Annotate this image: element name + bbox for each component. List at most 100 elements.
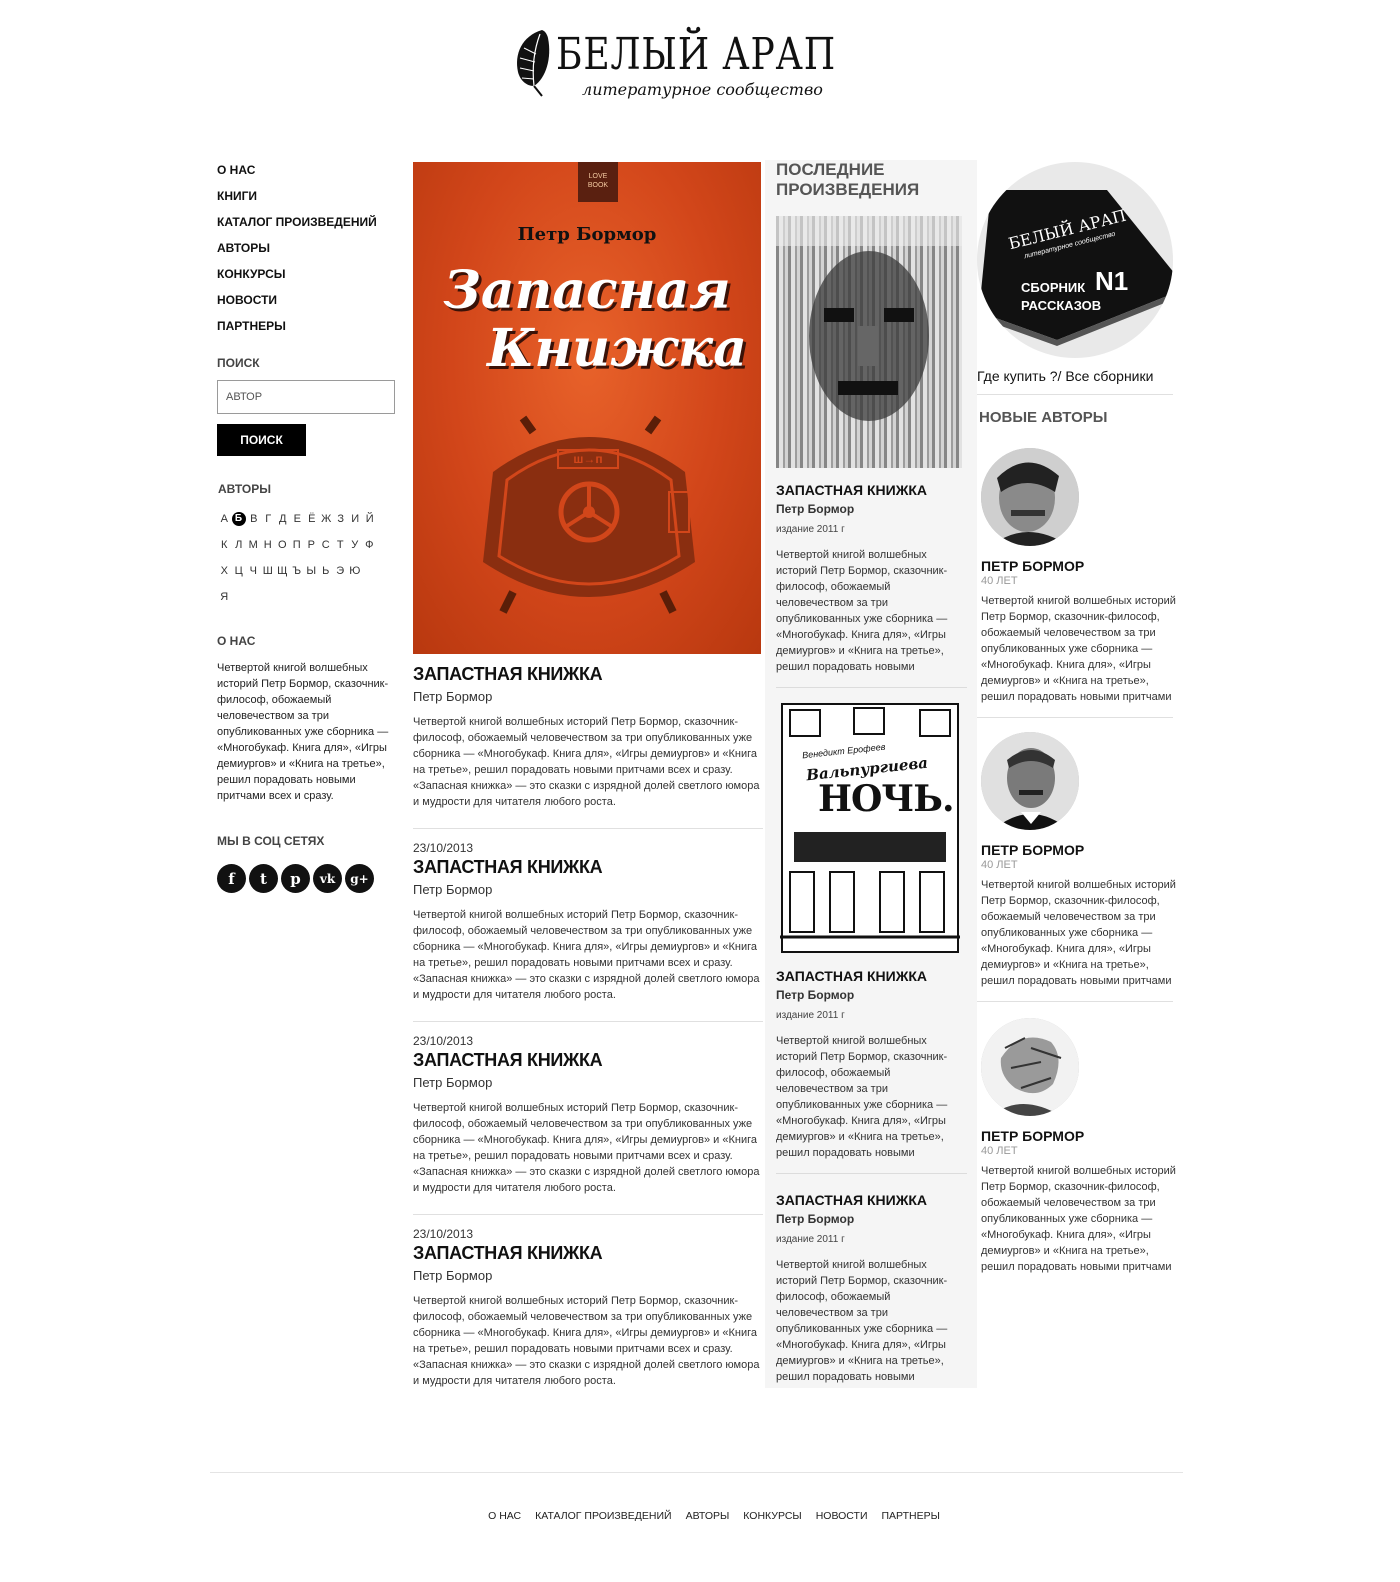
menu-item-authors[interactable]: АВТОРЫ [217,238,397,264]
alphabet-letter[interactable]: М [246,539,261,551]
alphabet-letter[interactable]: Ь [319,565,334,577]
alphabet-letter[interactable]: Н [261,539,276,551]
author-name[interactable]: ПЕТР БОРМОР [981,1128,1177,1144]
portrait-photo [981,732,1079,830]
footer-link-contests[interactable]: КОНКУРСЫ [743,1510,801,1522]
menu-item-partners[interactable]: ПАРТНЕРЫ [217,316,397,342]
recent-title[interactable]: ЗАПАСТНАЯ КНИЖКА [776,482,967,498]
alphabet-letter[interactable]: А [217,513,232,525]
about-heading: О НАС [217,634,256,648]
article-author[interactable]: Петр Бормор [413,882,763,897]
recent-description: Четвертой книгой волшебных историй Петр … [776,1259,948,1383]
alphabet-row: А Б В Г Д Е Ё Ж З И Й [217,506,397,532]
footer-link-catalog[interactable]: КАТАЛОГ ПРОИЗВЕДЕНИЙ [535,1510,671,1522]
vk-icon[interactable]: vk [313,864,342,893]
alphabet-letter[interactable]: Г [261,513,276,525]
featured-author[interactable]: Петр Бормор [413,689,763,704]
alphabet-letter[interactable]: Ж [319,513,334,525]
article-author[interactable]: Петр Бормор [413,1075,763,1090]
menu-item-contests[interactable]: КОНКУРСЫ [217,264,397,290]
menu-item-news[interactable]: НОВОСТИ [217,290,397,316]
recent-description: Четвертой книгой волшебных историй Петр … [776,549,948,673]
author-avatar[interactable] [981,448,1079,546]
recent-cover-image[interactable] [776,216,962,468]
author-card[interactable]: ПЕТР БОРМОР 40 ЛЕТ Четвертой книгой волш… [981,1018,1177,1275]
alphabet-letter[interactable]: Ъ [290,565,305,577]
recent-title[interactable]: ЗАПАСТНАЯ КНИЖКА [776,1192,967,1208]
alphabet-letter[interactable]: В [247,513,262,525]
menu-item-books[interactable]: КНИГИ [217,186,397,212]
alphabet-letter[interactable]: Ш [261,565,276,577]
footer-link-partners[interactable]: ПАРТНЕРЫ [882,1510,940,1522]
author-age: 40 ЛЕТ [981,859,1018,871]
alphabet-letter[interactable]: У [348,539,363,551]
article-author[interactable]: Петр Бормор [413,1268,763,1283]
promo-book[interactable]: БЕЛЫЙ АРАП литературное сообщество СБОРН… [977,162,1173,358]
featured-title[interactable]: ЗАПАСТНАЯ КНИЖКА [413,664,763,685]
footer-link-news[interactable]: НОВОСТИ [816,1510,868,1522]
site-logo[interactable]: БЕЛЫЙ АРАП литературное сообщество [512,24,835,104]
about-text: Четвертой книгой волшебных историй Петр … [217,662,389,802]
pinterest-icon[interactable]: p [281,864,310,893]
alphabet-letter[interactable]: Й [363,513,378,525]
author-avatar[interactable] [981,732,1079,830]
footer-link-about[interactable]: О НАС [488,1510,521,1522]
facebook-icon[interactable]: f [217,864,246,893]
article-title[interactable]: ЗАПАСТНАЯ КНИЖКА [413,1243,763,1264]
alphabet-letter[interactable]: Р [304,539,319,551]
recent-item: Венедикт Ерофеев Вальпургиева НОЧЬ. ЗАПА… [776,702,967,1174]
logo-tagline: литературное сообщество [582,80,823,99]
alphabet-letter[interactable]: Л [232,539,247,551]
author-card[interactable]: ПЕТР БОРМОР 40 ЛЕТ Четвертой книгой волш… [977,732,1177,1002]
alphabet-letter[interactable]: Ы [304,565,319,577]
author-name[interactable]: ПЕТР БОРМОР [981,558,1177,574]
alphabet-letter[interactable]: Е [290,513,305,525]
article-desc-paragraph: «Запасная книжка» — это сказки с изрядно… [413,1359,760,1387]
author-name[interactable]: ПЕТР БОРМОР [981,842,1177,858]
search-button[interactable]: ПОИСК [217,424,306,456]
main-content: LOVE BOOK Петр Бормор Запасная Книжка ш→… [413,162,763,1389]
twitter-icon[interactable]: t [249,864,278,893]
recent-author[interactable]: Петр Бормор [776,1212,967,1226]
alphabet-letter-active[interactable]: Б [231,512,246,526]
recent-author[interactable]: Петр Бормор [776,502,967,516]
promo-book-line1: СБОРНИК [1021,280,1086,295]
search-input[interactable]: АВТОР [217,380,395,414]
recent-title[interactable]: ЗАПАСТНАЯ КНИЖКА [776,968,967,984]
recent-cover-image[interactable]: Венедикт Ерофеев Вальпургиева НОЧЬ. [780,702,960,954]
featured-book-cover[interactable]: LOVE BOOK Петр Бормор Запасная Книжка ш→… [413,162,761,654]
menu-item-about[interactable]: О НАС [217,160,397,186]
divider [413,828,763,829]
menu-item-catalog[interactable]: КАТАЛОГ ПРОИЗВЕДЕНИЙ [217,212,397,238]
alphabet-letter[interactable]: Э [333,565,348,577]
alphabet-letter[interactable]: С [319,539,334,551]
alphabet-letter[interactable]: П [290,539,305,551]
porthole-illustration [483,415,695,614]
alphabet-letter[interactable]: И [348,513,363,525]
alphabet-letter[interactable]: Я [217,591,232,603]
footer-link-authors[interactable]: АВТОРЫ [686,1510,730,1522]
article-title[interactable]: ЗАПАСТНАЯ КНИЖКА [413,857,763,878]
alphabet-letter[interactable]: О [275,539,290,551]
alphabet-letter[interactable]: К [217,539,232,551]
alphabet-letter[interactable]: Ё [305,513,320,525]
recent-author[interactable]: Петр Бормор [776,988,967,1002]
recent-edition: издание 2011 г [776,524,845,535]
alphabet-letter[interactable]: З [334,513,349,525]
promo-links[interactable]: Где купить ?/ Все сборники [977,368,1177,384]
portrait-photo [981,448,1079,546]
alphabet-letter[interactable]: Ю [348,565,363,577]
google-plus-icon[interactable]: g+ [345,864,374,893]
article-date: 23/10/2013 [413,841,474,855]
alphabet-letter[interactable]: Х [217,565,232,577]
alphabet-letter[interactable]: Щ [275,565,290,577]
alphabet-letter[interactable]: Ф [362,539,377,551]
alphabet-letter[interactable]: Ц [232,565,247,577]
alphabet-letter[interactable]: Т [333,539,348,551]
alphabet-letter[interactable]: Ч [246,565,261,577]
article-date: 23/10/2013 [413,1034,474,1048]
author-avatar[interactable] [981,1018,1079,1116]
alphabet-letter[interactable]: Д [276,513,291,525]
article-title[interactable]: ЗАПАСТНАЯ КНИЖКА [413,1050,763,1071]
author-card[interactable]: ПЕТР БОРМОР 40 ЛЕТ Четвертой книгой волш… [977,448,1177,718]
